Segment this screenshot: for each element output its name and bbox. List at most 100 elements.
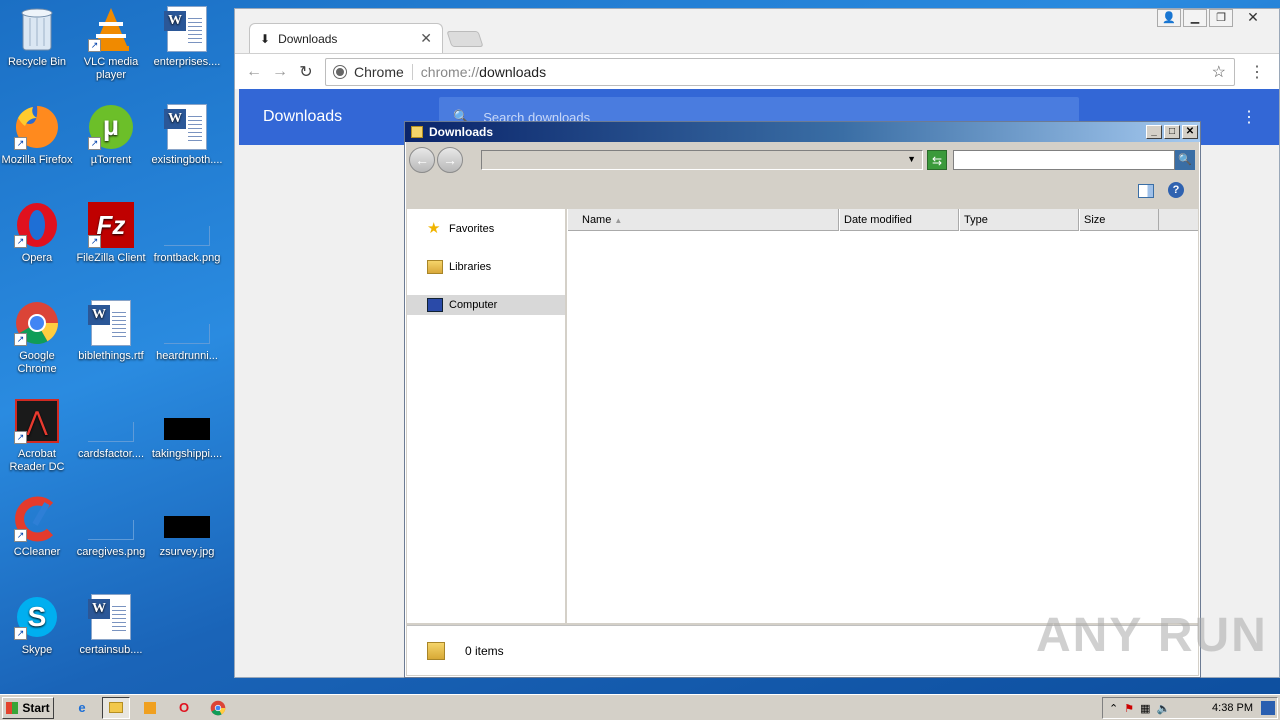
bookmark-star-icon[interactable]: ☆	[1212, 62, 1226, 82]
address-field[interactable]: ▼	[481, 150, 923, 170]
window-controls: 👤 ▁ ❐ ✕	[1157, 9, 1271, 27]
file-list: Name ▲ Date modified Type Size	[567, 209, 1198, 623]
minimize-button[interactable]: _	[1146, 125, 1162, 139]
chrome-menu-icon[interactable]: ⋮	[1249, 62, 1265, 82]
forward-arrow-icon[interactable]: →	[267, 59, 293, 85]
desktop-icon-heardrunni[interactable]: heardrunni...	[150, 300, 224, 363]
desktop-icon-zsurvey[interactable]: zsurvey.jpg	[150, 496, 224, 559]
shortcut-arrow-icon: ↗	[88, 235, 101, 248]
shortcut-arrow-icon: ↗	[14, 431, 27, 444]
nav-item-computer[interactable]: Computer	[407, 295, 565, 315]
more-options-icon[interactable]: ⋮	[1241, 107, 1257, 127]
desktop-icon-opera[interactable]: ↗ Opera	[0, 202, 74, 265]
desktop-icon-label: takingshippi....	[151, 448, 223, 460]
restore-button[interactable]: ❐	[1209, 9, 1233, 27]
explorer-titlebar[interactable]: Downloads _ □ ✕	[405, 122, 1200, 142]
utorrent-icon: µ ↗	[88, 104, 134, 150]
desktop-icon-label: enterprises....	[153, 56, 221, 68]
refresh-icon[interactable]: ⇆	[927, 150, 947, 170]
desktop-icon-takingshippi[interactable]: takingshippi....	[150, 398, 224, 461]
tab-strip: ⬇ Downloads ✕ 👤 ▁ ❐ ✕	[235, 9, 1279, 53]
image-file-icon	[164, 202, 210, 248]
desktop-icon-skype[interactable]: S ↗ Skype	[0, 594, 74, 657]
command-bar: ?	[405, 178, 1200, 208]
maximize-button[interactable]: □	[1164, 125, 1180, 139]
desktop-icon-cardsfactor[interactable]: cardsfactor....	[74, 398, 148, 461]
desktop-icon-label: Acrobat Reader DC	[9, 448, 65, 473]
back-arrow-icon[interactable]: ←	[241, 59, 267, 85]
desktop-icon-filezilla[interactable]: Fz ↗ FileZilla Client	[74, 202, 148, 265]
preview-pane-icon[interactable]	[1138, 184, 1154, 198]
show-desktop-icon[interactable]	[1261, 701, 1275, 715]
site-chip[interactable]: Chrome	[333, 63, 413, 80]
column-size[interactable]: Size	[1079, 209, 1159, 231]
chevron-down-icon[interactable]: ▼	[907, 154, 916, 164]
column-date-modified[interactable]: Date modified	[839, 209, 959, 231]
navigation-pane: ★ Favorites Libraries Computer	[407, 209, 565, 623]
desktop-icon-enterprises[interactable]: W enterprises....	[150, 6, 224, 69]
nav-label: Favorites	[449, 223, 495, 235]
nav-label: Computer	[449, 299, 498, 311]
desktop-icon-label: Opera	[21, 252, 53, 264]
nav-item-libraries[interactable]: Libraries	[407, 257, 565, 277]
acrobat-icon: ⋀ ↗	[14, 398, 60, 444]
media-player-icon[interactable]	[136, 697, 164, 719]
word-doc-icon: W	[88, 300, 134, 346]
desktop-icon-frontback[interactable]: frontback.png	[150, 202, 224, 265]
explorer-main: ★ Favorites Libraries Computer Name ▲ Da…	[407, 209, 1198, 623]
shortcut-arrow-icon: ↗	[14, 627, 27, 640]
search-input[interactable]	[953, 150, 1175, 170]
desktop-icon-vlc[interactable]: ↗ VLC media player	[74, 6, 148, 82]
nav-label: Libraries	[449, 261, 492, 273]
image-file-icon	[88, 398, 134, 444]
chrome-icon[interactable]	[204, 697, 232, 719]
download-icon: ⬇	[260, 31, 271, 46]
shortcut-arrow-icon: ↗	[88, 137, 101, 150]
ccleaner-icon: ↗	[14, 496, 60, 542]
explorer-window-controls: _ □ ✕	[1146, 125, 1200, 139]
close-window-button[interactable]: ✕	[1235, 9, 1271, 27]
opera-icon: ↗	[14, 202, 60, 248]
profile-icon[interactable]: 👤	[1157, 9, 1181, 27]
desktop-icon-biblethings[interactable]: W biblethings.rtf	[74, 300, 148, 363]
desktop-icon-existingboth[interactable]: W existingboth....	[150, 104, 224, 167]
chevron-up-icon[interactable]: ⌃	[1109, 702, 1118, 715]
column-name[interactable]: Name ▲	[567, 209, 839, 231]
desktop-icon-ccleaner[interactable]: ↗ CCleaner	[0, 496, 74, 559]
desktop-icon-certainsub[interactable]: W certainsub....	[74, 594, 148, 657]
desktop-icon-firefox[interactable]: ↗ Mozilla Firefox	[0, 104, 74, 167]
start-button[interactable]: Start	[2, 696, 54, 719]
explorer-window: Downloads _ □ ✕ ← → ▼ ⇆ 🔍 ? ★ Favorites …	[404, 121, 1201, 678]
libraries-icon	[427, 260, 443, 274]
tab-downloads[interactable]: ⬇ Downloads ✕	[249, 23, 443, 53]
desktop-icon-utorrent[interactable]: µ ↗ µTorrent	[74, 104, 148, 167]
network-icon[interactable]: ▦	[1140, 702, 1150, 715]
new-tab-button[interactable]	[446, 31, 484, 47]
reload-icon[interactable]: ↻	[293, 59, 319, 85]
desktop-icon-label: existingboth....	[151, 154, 223, 166]
close-tab-icon[interactable]: ✕	[420, 30, 432, 47]
volume-icon[interactable]: 🔈	[1157, 702, 1171, 715]
explorer-taskbar-icon[interactable]	[102, 696, 130, 719]
desktop-icon-caregives[interactable]: caregives.png	[74, 496, 148, 559]
search-icon[interactable]: 🔍	[1175, 150, 1195, 170]
nav-item-favorites[interactable]: ★ Favorites	[407, 219, 565, 239]
help-icon[interactable]: ?	[1168, 182, 1184, 198]
desktop-icon-acrobat[interactable]: ⋀ ↗ Acrobat Reader DC	[0, 398, 74, 474]
action-center-icon[interactable]: ⚑	[1124, 702, 1134, 715]
opera-icon[interactable]: O	[170, 697, 198, 719]
column-type[interactable]: Type	[959, 209, 1079, 231]
desktop-icon-recycle-bin[interactable]: Recycle Bin	[0, 6, 74, 69]
shortcut-arrow-icon: ↗	[14, 333, 27, 346]
close-button[interactable]: ✕	[1182, 125, 1198, 139]
minimize-button[interactable]: ▁	[1183, 9, 1207, 27]
desktop-icon-chrome[interactable]: ↗ Google Chrome	[0, 300, 74, 376]
shortcut-arrow-icon: ↗	[14, 529, 27, 542]
desktop-icon-label: Google Chrome	[17, 350, 57, 375]
word-doc-icon: W	[164, 104, 210, 150]
address-bar[interactable]: Chrome chrome://downloads ☆	[325, 57, 1235, 86]
start-label: Start	[22, 700, 50, 715]
forward-arrow-icon[interactable]: →	[437, 147, 463, 173]
back-arrow-icon[interactable]: ←	[409, 147, 435, 173]
internet-explorer-icon[interactable]: e	[68, 697, 96, 719]
